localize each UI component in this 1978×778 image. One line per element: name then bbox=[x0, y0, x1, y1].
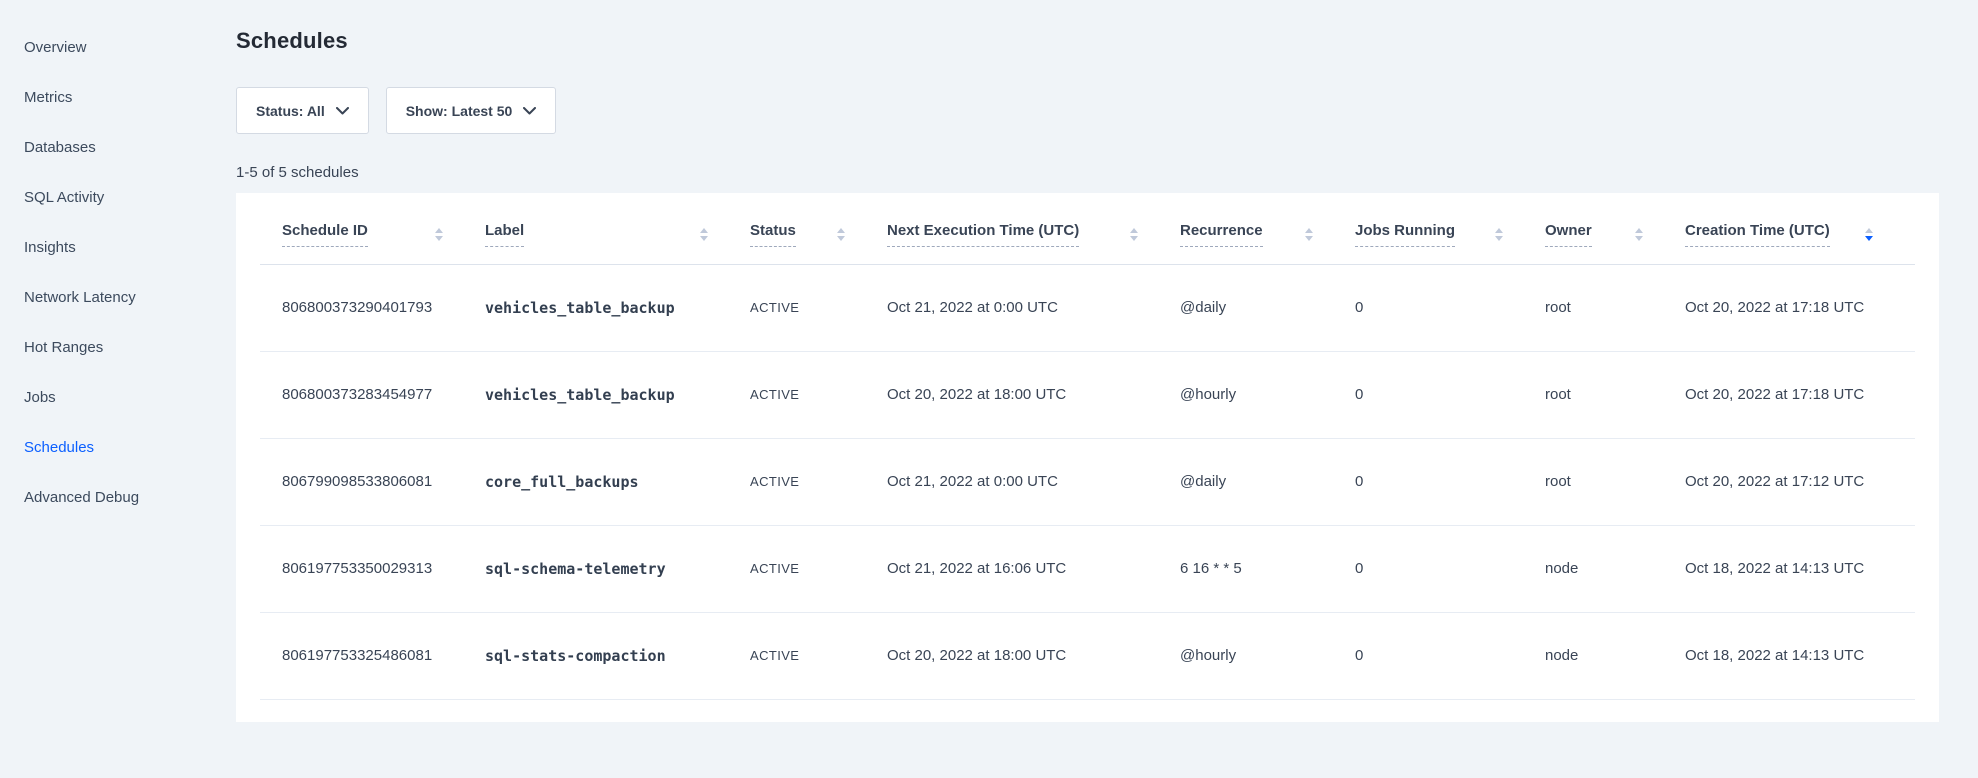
sidebar-item-metrics[interactable]: Metrics bbox=[0, 72, 236, 122]
cell-label: core_full_backups bbox=[485, 438, 750, 525]
cell-recurrence: 6 16 * * 5 bbox=[1180, 525, 1355, 612]
column-header-next-execution-time-utc[interactable]: Next Execution Time (UTC) bbox=[887, 193, 1180, 264]
table-header-row: Schedule ID Label Status Next Execution Tim… bbox=[260, 193, 1915, 264]
column-header-status[interactable]: Status bbox=[750, 193, 887, 264]
column-header-creation-time-utc[interactable]: Creation Time (UTC) bbox=[1685, 193, 1915, 264]
cell-owner: root bbox=[1545, 351, 1685, 438]
table-row: 806197753350029313sql-schema-telemetryAC… bbox=[260, 525, 1915, 612]
sidebar-item-hot-ranges[interactable]: Hot Ranges bbox=[0, 322, 236, 372]
cell-next-execution: Oct 21, 2022 at 0:00 UTC bbox=[887, 264, 1180, 351]
cell-label: sql-schema-telemetry bbox=[485, 525, 750, 612]
column-label: Label bbox=[485, 222, 524, 247]
cell-status: ACTIVE bbox=[750, 264, 887, 351]
cell-creation-time: Oct 20, 2022 at 17:18 UTC bbox=[1685, 264, 1915, 351]
sort-arrows-icon bbox=[1305, 228, 1313, 241]
sort-arrows-icon bbox=[700, 228, 708, 241]
status-filter-dropdown[interactable]: Status: All bbox=[236, 87, 369, 134]
column-label: Next Execution Time (UTC) bbox=[887, 222, 1079, 247]
cell-schedule-id: 806800373290401793 bbox=[260, 264, 485, 351]
table-row: 806800373290401793vehicles_table_backupA… bbox=[260, 264, 1915, 351]
cell-schedule-id: 806799098533806081 bbox=[260, 438, 485, 525]
status-filter-label: Status: All bbox=[256, 103, 325, 119]
cell-creation-time: Oct 20, 2022 at 17:12 UTC bbox=[1685, 438, 1915, 525]
cell-owner: root bbox=[1545, 438, 1685, 525]
sort-arrows-icon bbox=[837, 228, 845, 241]
cell-status: ACTIVE bbox=[750, 351, 887, 438]
cell-next-execution: Oct 20, 2022 at 18:00 UTC bbox=[887, 351, 1180, 438]
table-row: 806800373283454977vehicles_table_backupA… bbox=[260, 351, 1915, 438]
show-filter-label: Show: Latest 50 bbox=[406, 103, 513, 119]
results-count: 1-5 of 5 schedules bbox=[236, 164, 1978, 181]
table-row: 806799098533806081core_full_backupsACTIV… bbox=[260, 438, 1915, 525]
cell-jobs-running: 0 bbox=[1355, 438, 1545, 525]
column-label: Owner bbox=[1545, 222, 1592, 247]
cell-status: ACTIVE bbox=[750, 438, 887, 525]
cell-jobs-running: 0 bbox=[1355, 612, 1545, 699]
cell-next-execution: Oct 20, 2022 at 18:00 UTC bbox=[887, 612, 1180, 699]
sort-arrows-icon bbox=[1130, 228, 1138, 241]
cell-recurrence: @daily bbox=[1180, 438, 1355, 525]
cell-label: sql-stats-compaction bbox=[485, 612, 750, 699]
sidebar-item-advanced-debug[interactable]: Advanced Debug bbox=[0, 472, 236, 522]
schedules-table: Schedule ID Label Status Next Execution Tim… bbox=[260, 193, 1915, 700]
cell-next-execution: Oct 21, 2022 at 16:06 UTC bbox=[887, 525, 1180, 612]
sidebar-item-jobs[interactable]: Jobs bbox=[0, 372, 236, 422]
cell-creation-time: Oct 20, 2022 at 17:18 UTC bbox=[1685, 351, 1915, 438]
column-label: Jobs Running bbox=[1355, 222, 1455, 247]
cell-jobs-running: 0 bbox=[1355, 525, 1545, 612]
cell-label: vehicles_table_backup bbox=[485, 264, 750, 351]
cell-owner: node bbox=[1545, 612, 1685, 699]
sort-arrows-icon bbox=[1495, 228, 1503, 241]
sidebar-item-schedules[interactable]: Schedules bbox=[0, 422, 236, 472]
cell-recurrence: @hourly bbox=[1180, 351, 1355, 438]
sort-arrows-icon bbox=[435, 228, 443, 241]
table-row: 806197753325486081sql-stats-compactionAC… bbox=[260, 612, 1915, 699]
cell-schedule-id: 806197753350029313 bbox=[260, 525, 485, 612]
sidebar-item-sql-activity[interactable]: SQL Activity bbox=[0, 172, 236, 222]
cell-status: ACTIVE bbox=[750, 612, 887, 699]
chevron-down-icon bbox=[523, 107, 536, 115]
chevron-down-icon bbox=[336, 107, 349, 115]
cell-schedule-id: 806197753325486081 bbox=[260, 612, 485, 699]
column-label: Status bbox=[750, 222, 796, 247]
column-header-jobs-running[interactable]: Jobs Running bbox=[1355, 193, 1545, 264]
column-label: Recurrence bbox=[1180, 222, 1263, 247]
show-filter-dropdown[interactable]: Show: Latest 50 bbox=[386, 87, 557, 134]
cell-status: ACTIVE bbox=[750, 525, 887, 612]
cell-next-execution: Oct 21, 2022 at 0:00 UTC bbox=[887, 438, 1180, 525]
column-header-label[interactable]: Label bbox=[485, 193, 750, 264]
cell-owner: node bbox=[1545, 525, 1685, 612]
cell-jobs-running: 0 bbox=[1355, 351, 1545, 438]
cell-creation-time: Oct 18, 2022 at 14:13 UTC bbox=[1685, 612, 1915, 699]
sort-arrows-icon bbox=[1865, 228, 1873, 241]
cell-creation-time: Oct 18, 2022 at 14:13 UTC bbox=[1685, 525, 1915, 612]
column-header-owner[interactable]: Owner bbox=[1545, 193, 1685, 264]
cell-label: vehicles_table_backup bbox=[485, 351, 750, 438]
column-header-recurrence[interactable]: Recurrence bbox=[1180, 193, 1355, 264]
filter-bar: Status: All Show: Latest 50 bbox=[236, 87, 1978, 134]
column-label: Schedule ID bbox=[282, 222, 368, 247]
sidebar-item-overview[interactable]: Overview bbox=[0, 22, 236, 72]
cell-schedule-id: 806800373283454977 bbox=[260, 351, 485, 438]
cell-jobs-running: 0 bbox=[1355, 264, 1545, 351]
sidebar-item-databases[interactable]: Databases bbox=[0, 122, 236, 172]
sidebar-item-network-latency[interactable]: Network Latency bbox=[0, 272, 236, 322]
column-label: Creation Time (UTC) bbox=[1685, 222, 1830, 247]
table-body: 806800373290401793vehicles_table_backupA… bbox=[260, 264, 1915, 699]
cell-owner: root bbox=[1545, 264, 1685, 351]
page-title: Schedules bbox=[236, 28, 1978, 54]
sort-arrows-icon bbox=[1635, 228, 1643, 241]
sidebar: OverviewMetricsDatabasesSQL ActivityInsi… bbox=[0, 0, 236, 778]
cell-recurrence: @daily bbox=[1180, 264, 1355, 351]
cell-recurrence: @hourly bbox=[1180, 612, 1355, 699]
column-header-schedule-id[interactable]: Schedule ID bbox=[260, 193, 485, 264]
sidebar-item-insights[interactable]: Insights bbox=[0, 222, 236, 272]
schedules-table-card: Schedule ID Label Status Next Execution Tim… bbox=[236, 193, 1939, 722]
main-content: Schedules Status: All Show: Latest 50 1-… bbox=[236, 0, 1978, 722]
